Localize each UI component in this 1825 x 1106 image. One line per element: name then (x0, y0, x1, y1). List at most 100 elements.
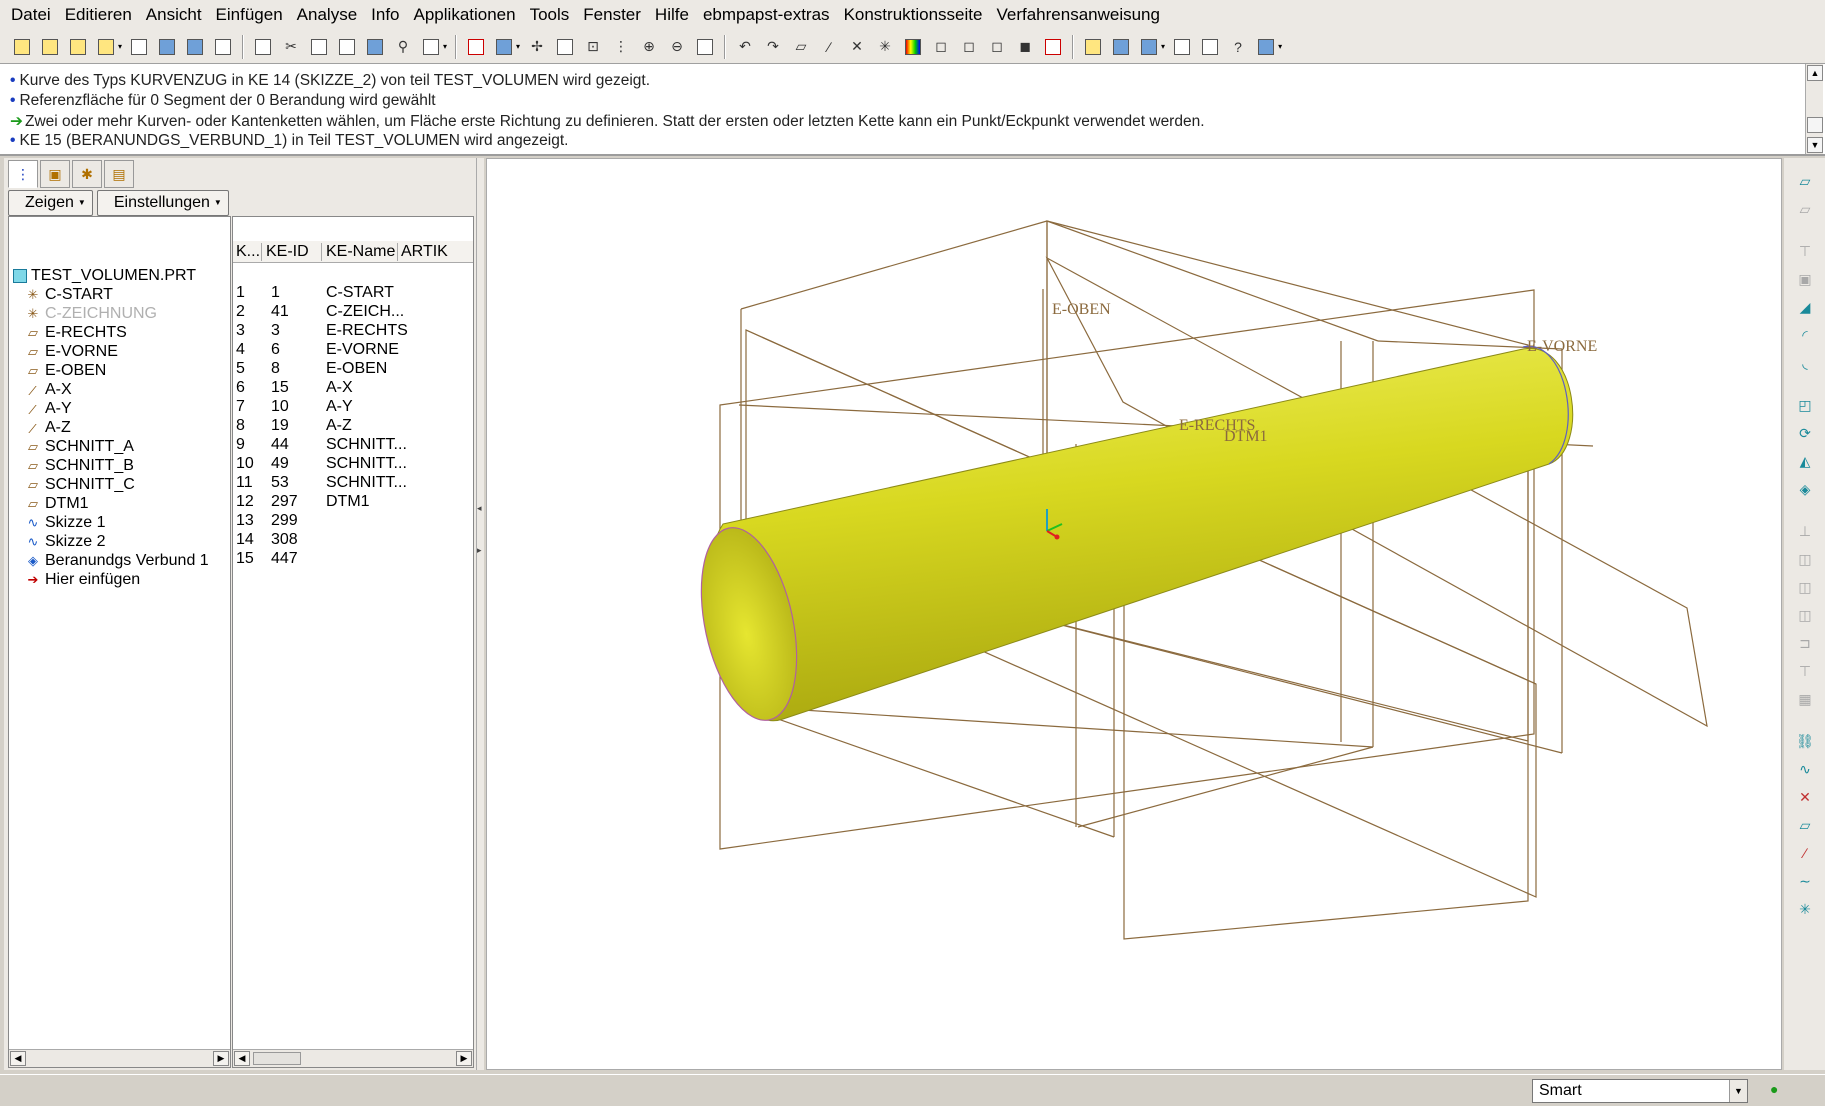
expand-right-icon[interactable]: ▸ (477, 545, 482, 556)
scroll-left-icon[interactable]: ◀ (234, 1051, 250, 1066)
message-scrollbar[interactable]: ▲ ▼ (1805, 64, 1823, 154)
menu-item-hilfe[interactable]: Hilfe (648, 1, 696, 29)
help-icon[interactable]: ? (1226, 35, 1250, 59)
menu-item-datei[interactable]: Datei (4, 1, 58, 29)
csys-tool-icon[interactable]: ✳ (1794, 898, 1816, 920)
undo-icon[interactable]: ↶ (733, 35, 757, 59)
zoom-out-icon[interactable]: ⊖ (665, 35, 689, 59)
menu-item-ebmpapst-extras[interactable]: ebmpapst-extras (696, 1, 837, 29)
datum-tool-icon[interactable]: ▱ (1794, 198, 1816, 220)
folder-browser-tab[interactable]: ▣ (40, 160, 70, 188)
orient-icon[interactable]: ⋮ (609, 35, 633, 59)
paste-icon[interactable] (251, 35, 275, 59)
menu-item-verfahrensanweisung[interactable]: Verfahrensanweisung (989, 1, 1167, 29)
pattern-tool-icon[interactable]: ▦ (1794, 688, 1816, 710)
hidden-line-icon[interactable]: ◻ (957, 35, 981, 59)
column-k[interactable]: K... (236, 243, 260, 261)
column-ke-name[interactable]: KE-Name (326, 243, 395, 261)
chevron-down-icon[interactable]: ▼ (1729, 1080, 1747, 1102)
menu-item-tools[interactable]: Tools (523, 1, 577, 29)
relations-icon[interactable] (1109, 35, 1133, 59)
merge-tool-icon[interactable]: ◫ (1794, 548, 1816, 570)
settings-button[interactable]: Einstellungen ▼ (96, 190, 229, 216)
thicken-tool-icon[interactable]: ⊤ (1794, 660, 1816, 682)
blend-body[interactable] (708, 348, 1574, 722)
menu-item-analyse[interactable]: Analyse (290, 1, 364, 29)
trim-tool-icon[interactable]: ◫ (1794, 576, 1816, 598)
select-box-icon[interactable] (419, 35, 443, 59)
wireframe-icon[interactable]: ◻ (929, 35, 953, 59)
offset-tool-icon[interactable]: ⊐ (1794, 632, 1816, 654)
scroll-up-icon[interactable]: ▲ (1807, 65, 1823, 81)
show-button[interactable]: Zeigen ▼ (8, 190, 93, 216)
print-icon[interactable] (211, 35, 235, 59)
scroll-thumb[interactable] (253, 1052, 301, 1065)
axis-tool-icon[interactable]: ∕ (1794, 842, 1816, 864)
datum-point-display-icon[interactable]: ✕ (845, 35, 869, 59)
close-window-icon[interactable] (1198, 35, 1222, 59)
appearance-icon[interactable] (901, 35, 925, 59)
folder-icon[interactable] (94, 35, 118, 59)
table-row[interactable]: 15 447 (233, 550, 473, 572)
menu-item-fenster[interactable]: Fenster (576, 1, 648, 29)
columns-hscrollbar[interactable]: ◀ ▶ (233, 1049, 473, 1067)
model-tree-icon[interactable] (1081, 35, 1105, 59)
intersect-tool-icon[interactable]: ◫ (1794, 604, 1816, 626)
datum-point-tool-icon[interactable]: ✕ (1794, 786, 1816, 808)
scroll-down-icon[interactable]: ▼ (1807, 137, 1823, 153)
menu-item-applikationen[interactable]: Applikationen (407, 1, 523, 29)
repaint-icon[interactable] (693, 35, 717, 59)
csys-display-icon[interactable]: ✳ (873, 35, 897, 59)
redo-icon[interactable]: ↷ (761, 35, 785, 59)
menu-item-konstruktionsseite[interactable]: Konstruktionsseite (837, 1, 990, 29)
draft-tool-icon[interactable]: ◭ (1794, 450, 1816, 472)
graphics-window[interactable]: E-OBEN E-VORNE E-RECHTS DTM1 (486, 158, 1782, 1070)
selection-filter[interactable]: Smart ▼ (1532, 1079, 1748, 1103)
save-copy-icon[interactable] (183, 35, 207, 59)
ebm-icon[interactable] (1254, 35, 1278, 59)
plane-tool-icon[interactable]: ▱ (1794, 814, 1816, 836)
edit-icon[interactable] (66, 35, 90, 59)
scroll-thumb[interactable] (1807, 117, 1823, 133)
no-hidden-icon[interactable]: ◻ (985, 35, 1009, 59)
column-artikel[interactable]: ARTIK (401, 243, 448, 261)
save-icon[interactable] (155, 35, 179, 59)
menu-item-info[interactable]: Info (364, 1, 406, 29)
find-icon[interactable]: ⚲ (391, 35, 415, 59)
new-icon[interactable] (10, 35, 34, 59)
column-ke-id[interactable]: KE-ID (266, 243, 309, 261)
refit-icon[interactable]: ⊡ (581, 35, 605, 59)
spin-center-icon[interactable]: ✢ (525, 35, 549, 59)
datum-plane-tool-icon[interactable]: ▱ (1794, 170, 1816, 192)
favorites-tab[interactable]: ✱ (72, 160, 102, 188)
panel-splitter[interactable]: ◂ ▸ (476, 158, 484, 1070)
collapse-left-icon[interactable]: ◂ (477, 503, 482, 514)
chamfer-tool-icon[interactable]: ⟳ (1794, 422, 1816, 444)
cut-icon[interactable]: ✂ (279, 35, 303, 59)
tree-item-insert-here[interactable]: ➔ Hier einfügen (25, 569, 141, 591)
blend-tool-icon[interactable]: ◈ (1794, 478, 1816, 500)
scroll-right-icon[interactable]: ▶ (213, 1051, 229, 1066)
zoom-in-icon[interactable]: ⊕ (637, 35, 661, 59)
regenerate-icon[interactable] (363, 35, 387, 59)
datum-axis-display-icon[interactable]: ∕ (817, 35, 841, 59)
tree-hscrollbar[interactable]: ◀ ▶ (9, 1049, 230, 1067)
curve-tool-icon[interactable]: ∼ (1794, 870, 1816, 892)
menu-item-editieren[interactable]: Editieren (58, 1, 139, 29)
connections-tab[interactable]: ▤ (104, 160, 134, 188)
scroll-right-icon[interactable]: ▶ (456, 1051, 472, 1066)
round-tool-icon[interactable]: ◰ (1794, 394, 1816, 416)
shading-icon[interactable]: ◼ (1013, 35, 1037, 59)
datum-plane-display-icon[interactable]: ▱ (789, 35, 813, 59)
model-view[interactable]: E-OBEN E-VORNE E-RECHTS DTM1 (487, 159, 1783, 1071)
delete-display-icon[interactable] (1041, 35, 1065, 59)
model-tree-tab[interactable]: ⋮ (8, 160, 38, 188)
copy-icon[interactable] (307, 35, 331, 59)
menu-item-einfügen[interactable]: Einfügen (209, 1, 290, 29)
sweep-tool-icon[interactable]: ◟ (1794, 352, 1816, 374)
saved-views-icon[interactable] (553, 35, 577, 59)
revolve-tool-icon[interactable]: ◜ (1794, 324, 1816, 346)
sketch-tool-icon[interactable]: ∿ (1794, 758, 1816, 780)
paste-special-icon[interactable] (335, 35, 359, 59)
scroll-left-icon[interactable]: ◀ (10, 1051, 26, 1066)
